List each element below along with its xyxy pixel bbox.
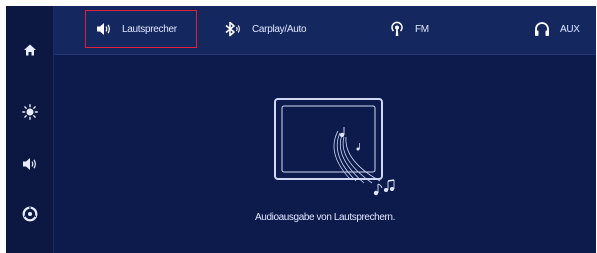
- speaker-icon: [22, 157, 38, 171]
- tab-label: Carplay/Auto: [252, 23, 307, 35]
- tab-aux[interactable]: AUX: [534, 10, 580, 48]
- main-content: Audioausgabe von Lautsprechern.: [54, 55, 596, 253]
- tab-fm[interactable]: FM: [389, 10, 429, 48]
- brightness-icon: [21, 104, 38, 120]
- source-tab-bar: Lautsprecher Carplay/Auto FM AUX: [54, 6, 596, 55]
- bluetooth-icon: [224, 21, 242, 37]
- sidebar: [6, 6, 54, 253]
- tab-carplay-auto[interactable]: Carplay/Auto: [224, 10, 307, 48]
- speaker-output-illustration: [272, 97, 402, 207]
- sidebar-item-home[interactable]: [6, 30, 53, 70]
- speaker-icon: [96, 22, 112, 36]
- radio-antenna-icon: [389, 21, 405, 37]
- settings-icon: [22, 206, 38, 222]
- tab-label: Lautsprecher: [122, 23, 177, 35]
- home-icon: [23, 43, 37, 57]
- sidebar-item-brightness[interactable]: [6, 92, 53, 132]
- app-window: Lautsprecher Carplay/Auto FM AUX Audioau…: [6, 6, 596, 253]
- tab-label: AUX: [560, 23, 580, 35]
- sidebar-item-audio[interactable]: [6, 144, 53, 184]
- tab-lautsprecher[interactable]: Lautsprecher: [85, 10, 197, 48]
- sidebar-item-settings[interactable]: [6, 194, 53, 234]
- output-caption: Audioausgabe von Lautsprechern.: [255, 212, 395, 223]
- headphones-icon: [534, 21, 550, 37]
- tab-label: FM: [415, 23, 429, 35]
